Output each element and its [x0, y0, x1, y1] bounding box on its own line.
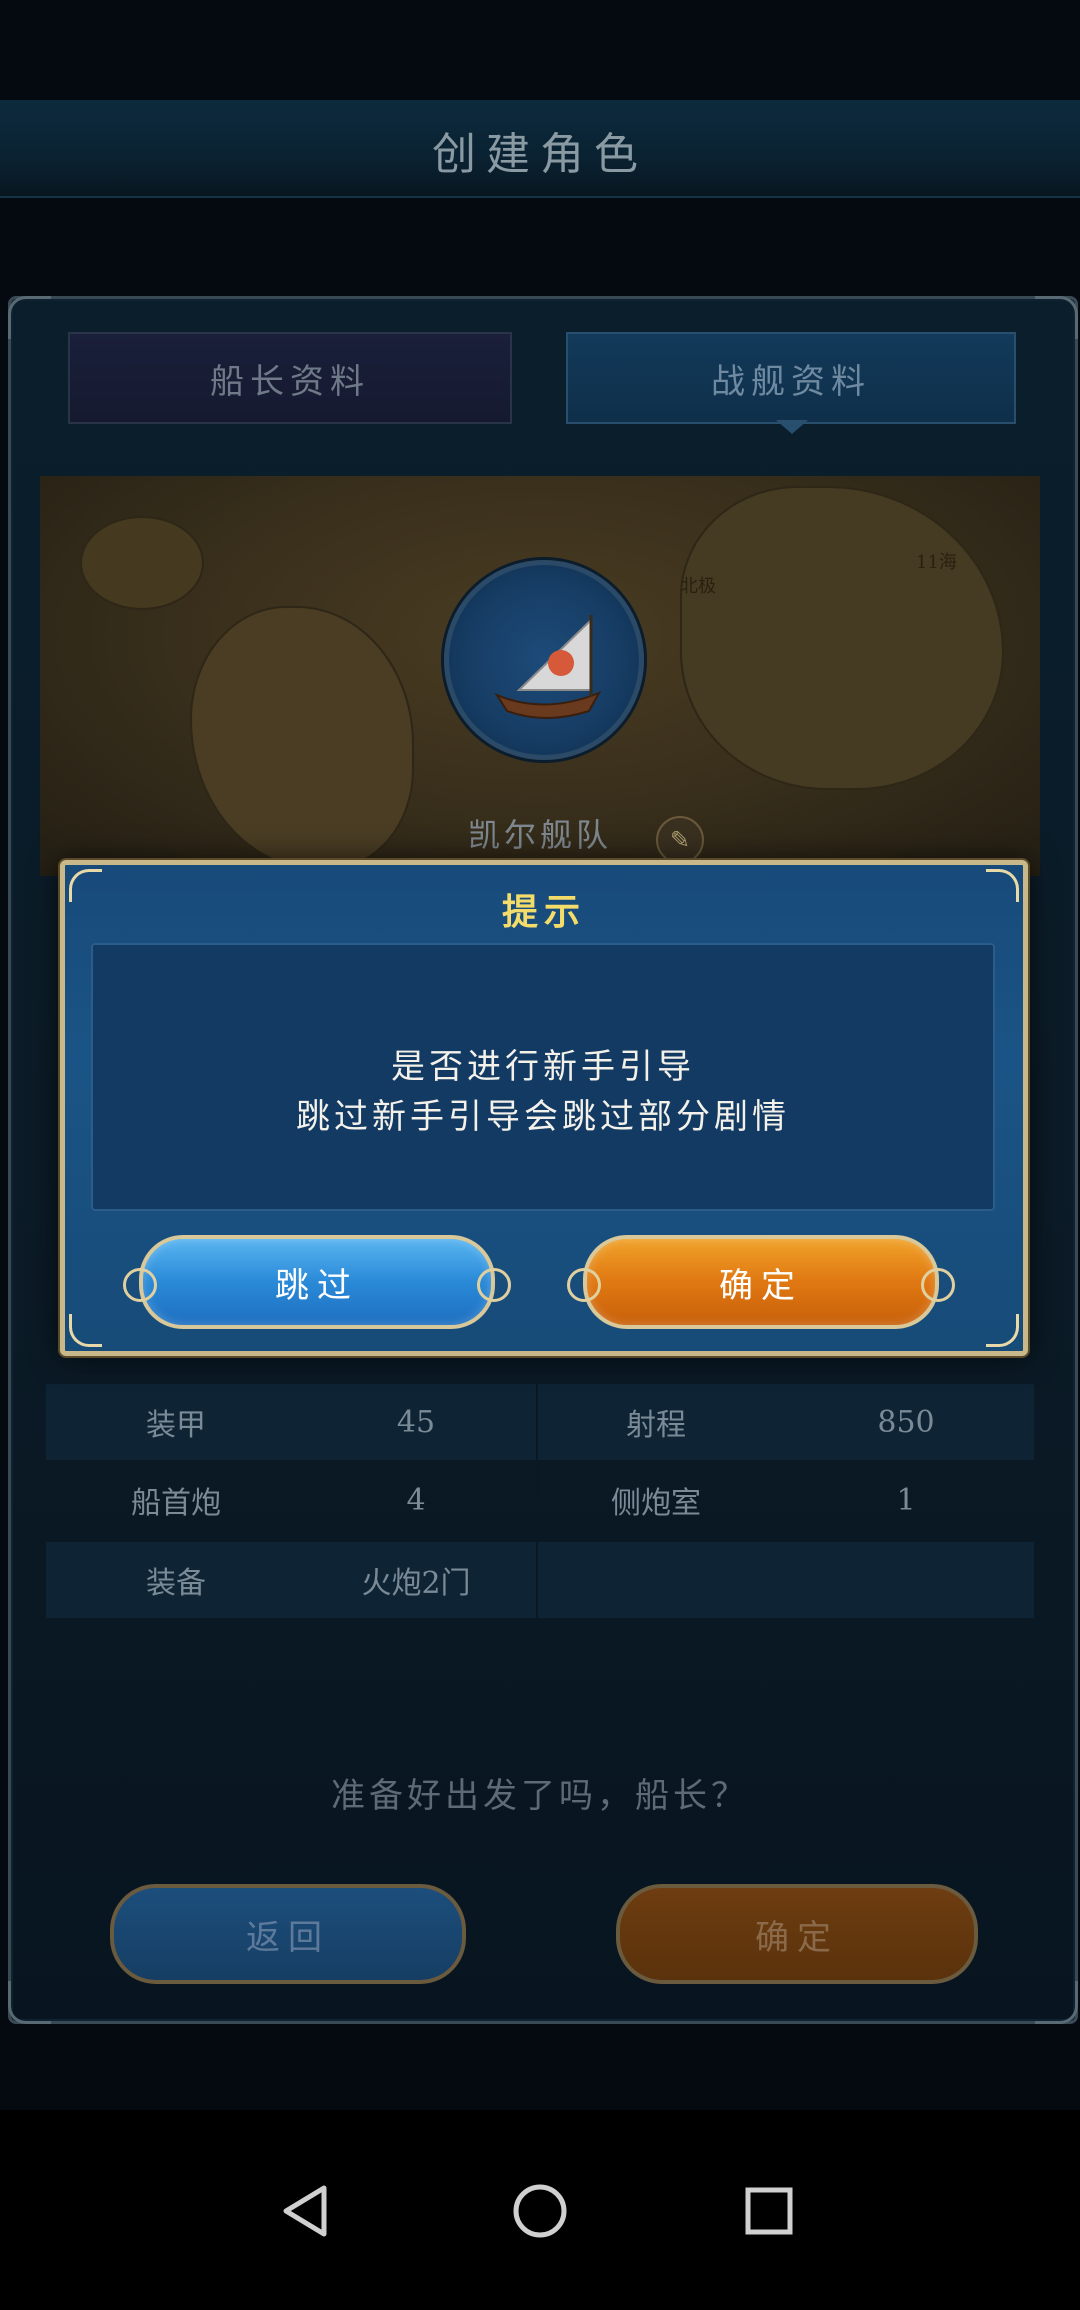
back-icon[interactable]: [272, 2176, 342, 2246]
skip-button-label: 跳过: [275, 1265, 359, 1306]
dialog-corner: [69, 1314, 102, 1347]
dialog-message-line1: 是否进行新手引导: [391, 1047, 695, 1087]
flourish-icon: [477, 1268, 511, 1302]
game-screen: 创建角色 船长资料 战舰资料 北极 11海 凯尔舰队 ✎ 装甲 45 射程 85…: [0, 0, 1080, 2310]
dialog-corner: [986, 1314, 1019, 1347]
dialog-message-line2: 跳过新手引导会跳过部分剧情: [296, 1097, 790, 1137]
dialog-title: 提示: [501, 891, 586, 933]
recents-icon[interactable]: [734, 2176, 804, 2246]
dialog-message-box: 是否进行新手引导 跳过新手引导会跳过部分剧情: [91, 943, 995, 1211]
system-nav-bar: [0, 2110, 1080, 2310]
flourish-icon: [921, 1268, 955, 1302]
flourish-icon: [567, 1268, 601, 1302]
skip-button[interactable]: 跳过: [123, 1235, 511, 1329]
home-icon[interactable]: [505, 2176, 575, 2246]
dialog-confirm-label: 确定: [719, 1265, 803, 1306]
dialog-confirm-button[interactable]: 确定: [567, 1235, 955, 1329]
flourish-icon: [123, 1268, 157, 1302]
tutorial-dialog: 提示 是否进行新手引导 跳过新手引导会跳过部分剧情 跳过 确定: [60, 860, 1028, 1356]
